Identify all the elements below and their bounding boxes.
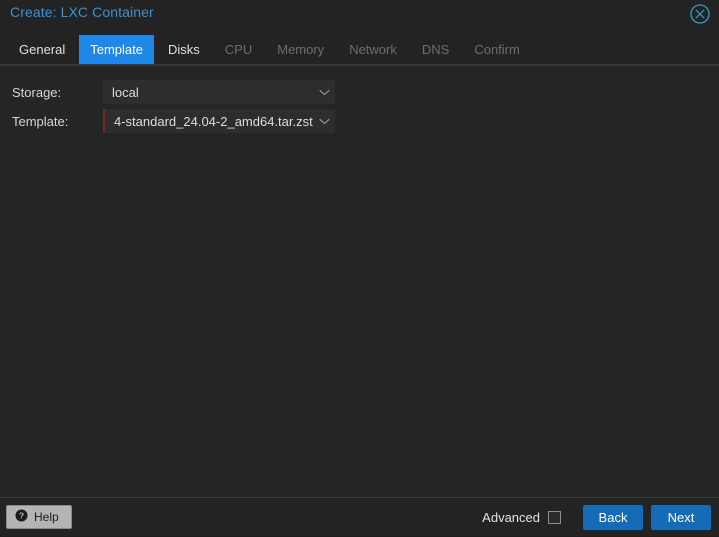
tab-cpu: CPU bbox=[224, 42, 253, 57]
dialog-header: Create: LXC Container General Template D… bbox=[0, 0, 719, 65]
template-form: Storage: local Template: 4-standard_24.0… bbox=[0, 80, 719, 138]
template-value: 4-standard_24.04-2_amd64.tar.zst bbox=[114, 113, 313, 129]
template-select[interactable]: 4-standard_24.04-2_amd64.tar.zst bbox=[103, 109, 335, 133]
svg-text:?: ? bbox=[19, 511, 24, 521]
back-button[interactable]: Back bbox=[583, 505, 643, 530]
template-row: Template: 4-standard_24.04-2_amd64.tar.z… bbox=[0, 109, 719, 133]
question-mark-icon: ? bbox=[15, 509, 28, 525]
advanced-label: Advanced bbox=[482, 510, 540, 525]
dialog-body: Storage: local Template: 4-standard_24.0… bbox=[0, 65, 719, 497]
tab-network: Network bbox=[349, 42, 397, 57]
tab-dns: DNS bbox=[421, 42, 450, 57]
storage-label: Storage: bbox=[12, 84, 62, 100]
close-icon[interactable] bbox=[689, 3, 711, 25]
next-button[interactable]: Next bbox=[651, 505, 711, 530]
tab-confirm: Confirm bbox=[474, 42, 520, 57]
footer-actions: Advanced Back Next bbox=[482, 498, 711, 537]
chevron-down-icon bbox=[313, 109, 335, 133]
advanced-checkbox[interactable] bbox=[548, 511, 561, 524]
help-button[interactable]: ? Help bbox=[6, 505, 72, 529]
storage-value: local bbox=[112, 84, 139, 100]
wizard-tab-bar: General Template Disks CPU Memory Networ… bbox=[0, 35, 719, 64]
tab-template[interactable]: Template bbox=[79, 35, 154, 64]
help-button-label: Help bbox=[34, 510, 59, 524]
create-lxc-container-dialog: Create: LXC Container General Template D… bbox=[0, 0, 719, 536]
tab-memory: Memory bbox=[277, 42, 325, 57]
dialog-footer: ? Help Advanced Back Next bbox=[0, 497, 719, 536]
storage-row: Storage: local bbox=[0, 80, 719, 104]
storage-select[interactable]: local bbox=[103, 80, 335, 104]
tab-general[interactable]: General bbox=[8, 35, 76, 64]
template-label: Template: bbox=[12, 113, 69, 129]
tab-disks[interactable]: Disks bbox=[157, 35, 211, 64]
dialog-title: Create: LXC Container bbox=[10, 4, 154, 20]
chevron-down-icon bbox=[313, 80, 335, 104]
